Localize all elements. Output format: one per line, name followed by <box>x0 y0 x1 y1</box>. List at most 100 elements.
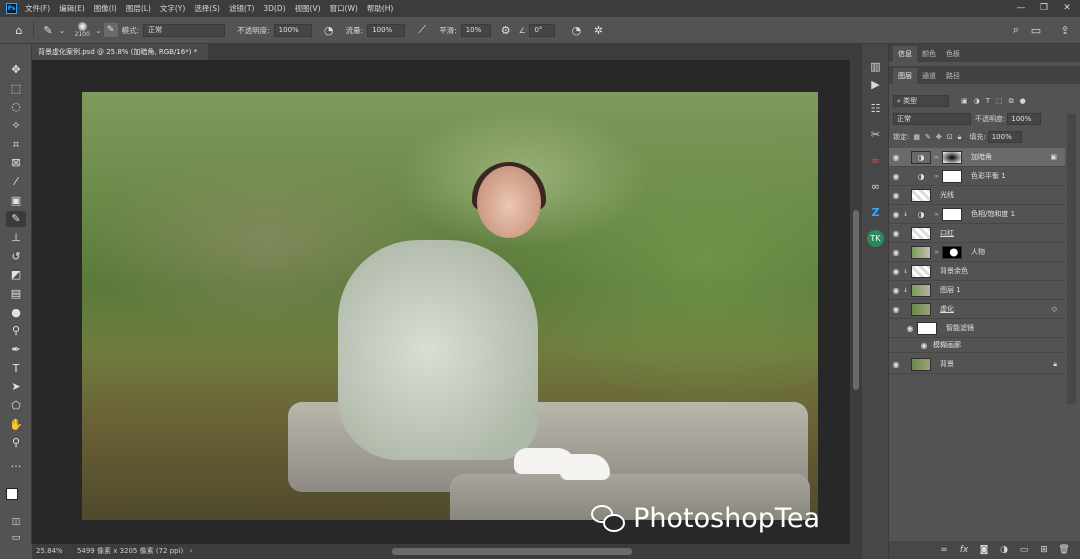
screen-mode-icon[interactable]: ▭ <box>6 530 26 546</box>
filter-type-icon[interactable]: T <box>986 97 990 105</box>
add-mask-icon[interactable]: ◙ <box>974 545 994 555</box>
zoom-tool-icon[interactable]: ⚲ <box>6 435 26 451</box>
search-icon[interactable]: ⌕ <box>1007 21 1025 39</box>
horizontal-scrollbar[interactable] <box>392 548 632 555</box>
more-tools-icon[interactable]: … <box>6 456 26 472</box>
visibility-eye-icon[interactable]: ◉ <box>889 267 903 276</box>
document-tab[interactable]: 背景虚化案例.psd @ 25.8% (加暗角, RGB/16*) * <box>32 44 208 60</box>
tools-scissors-icon[interactable]: ✂ <box>867 126 884 143</box>
shape-tool-icon[interactable]: ⬠ <box>6 398 26 414</box>
angle-input[interactable]: 0° <box>529 23 556 37</box>
visibility-eye-icon[interactable]: ◉ <box>889 191 903 200</box>
tab-layers[interactable]: 图层 <box>893 68 917 84</box>
share-icon[interactable]: ⇪ <box>1056 21 1074 39</box>
path-selection-tool-icon[interactable]: ➤ <box>6 379 26 395</box>
symmetry-butterfly-icon[interactable]: ✲ <box>589 21 607 39</box>
layer-mask-thumbnail[interactable] <box>942 245 962 259</box>
pressure-opacity-icon[interactable]: ◔ <box>320 21 338 39</box>
visibility-eye-icon[interactable]: ◉ <box>889 153 903 162</box>
blend-mode-select[interactable]: 正常 <box>893 113 971 125</box>
minimize-icon[interactable]: — <box>1010 0 1032 17</box>
document-image[interactable] <box>82 92 818 520</box>
layer-name[interactable]: 光线 <box>940 190 954 200</box>
layer-row[interactable]: ◉ ◑ ∞ 色彩平衡 1 <box>889 167 1065 186</box>
layer-name[interactable]: 加暗角 <box>971 152 992 162</box>
menu-window[interactable]: 窗口(W) <box>330 3 358 14</box>
home-icon[interactable]: ⌂ <box>10 21 28 39</box>
eyedropper-tool-icon[interactable]: ⁄ <box>6 174 26 190</box>
visibility-eye-icon[interactable]: ◉ <box>889 248 903 257</box>
brush-tool-icon[interactable]: ✎ <box>6 211 26 227</box>
layer-name[interactable]: 口红 <box>940 228 954 238</box>
dropdown-arrow-icon[interactable]: ⌄ <box>95 26 101 35</box>
layer-row[interactable]: ◉ 背景 🔒︎ <box>889 355 1065 374</box>
tab-swatches[interactable]: 色板 <box>941 46 965 62</box>
layer-mask-thumbnail[interactable] <box>942 150 962 164</box>
filter-kind-select[interactable]: ⌕ 类型 <box>893 95 949 107</box>
pen-tool-icon[interactable]: ✒ <box>6 342 26 358</box>
filter-pixel-icon[interactable]: ▣ <box>961 97 968 105</box>
layer-name[interactable]: 虚化 <box>940 304 954 314</box>
canvas-area[interactable]: PhotoshopTea <box>32 60 850 544</box>
tab-paths[interactable]: 路径 <box>941 68 965 84</box>
gradient-tool-icon[interactable]: ▤ <box>6 286 26 302</box>
quick-mask-icon[interactable]: ◫ <box>6 514 26 530</box>
plugin-tk-icon[interactable]: TK <box>867 230 884 247</box>
layer-name[interactable]: 色彩平衡 1 <box>971 171 1006 181</box>
layer-row[interactable]: ◉ 口红 <box>889 224 1065 243</box>
blur-tool-icon[interactable]: ● <box>6 305 26 321</box>
mode-select[interactable]: 正常 <box>143 23 226 37</box>
layer-row[interactable]: ◉ ↓ ◑ ∞ 色相/饱和度 1 <box>889 205 1065 224</box>
fill-input[interactable]: 100% <box>987 131 1022 143</box>
new-adjustment-icon[interactable]: ◑ <box>994 545 1014 555</box>
layer-row[interactable]: ◉ 智能滤镜 <box>889 319 1065 338</box>
plugin-icon[interactable]: ∞ <box>867 152 884 169</box>
flow-input[interactable]: 100% <box>367 23 406 37</box>
layer-row[interactable]: ◉ 虚化 ◇ <box>889 300 1065 319</box>
history-icon[interactable]: ▥ <box>867 58 884 75</box>
workspace-icon[interactable]: ▭ <box>1027 21 1045 39</box>
lasso-tool-icon[interactable]: ◌ <box>6 99 26 115</box>
eraser-tool-icon[interactable]: ◩ <box>6 267 26 283</box>
layer-row[interactable]: ◉ ∞ 人物 <box>889 243 1065 262</box>
vertical-scrollbar[interactable] <box>850 60 862 544</box>
lock-transparent-icon[interactable]: ▦ <box>913 133 920 141</box>
layer-name[interactable]: 人物 <box>971 247 985 257</box>
filter-smart-object-icon[interactable]: ⧉ <box>1009 97 1014 106</box>
layer-opacity-input[interactable]: 100% <box>1007 113 1042 125</box>
lock-pixels-icon[interactable]: ✎ <box>925 133 931 141</box>
menu-file[interactable]: 文件(F) <box>25 3 50 14</box>
visibility-eye-icon[interactable]: ◉ <box>917 341 931 350</box>
maximize-icon[interactable]: ❐ <box>1033 0 1055 17</box>
layer-row[interactable]: ◉ 模糊画廊 <box>889 338 1065 353</box>
layer-row[interactable]: ◉ ↓ 图层 1 <box>889 281 1065 300</box>
brush-preset-picker[interactable]: 2100 <box>71 22 93 38</box>
new-group-icon[interactable]: ▭ <box>1014 545 1034 555</box>
tab-color[interactable]: 颜色 <box>917 46 941 62</box>
airbrush-icon[interactable]: ⟋ <box>413 21 431 39</box>
marquee-tool-icon[interactable]: ⬚ <box>6 81 26 97</box>
layer-style-icon[interactable]: fx <box>954 545 974 555</box>
filter-toggle-icon[interactable]: ● <box>1020 97 1026 105</box>
trash-icon[interactable]: 🗑︎ <box>1054 545 1074 555</box>
pressure-size-icon[interactable]: ◔ <box>567 21 585 39</box>
lock-artboard-icon[interactable]: ⊡ <box>947 133 953 141</box>
hand-tool-icon[interactable]: ✋ <box>6 417 26 433</box>
layer-name[interactable]: 背景 <box>940 359 954 369</box>
layer-name[interactable]: 背景余色 <box>940 266 968 276</box>
crop-tool-icon[interactable]: ⌗ <box>6 137 26 153</box>
scrollbar-thumb[interactable] <box>853 210 859 390</box>
visibility-eye-icon[interactable]: ◉ <box>889 210 903 219</box>
menu-layer[interactable]: 图层(L) <box>126 3 151 14</box>
layer-name[interactable]: 模糊画廊 <box>933 340 961 350</box>
gear-icon[interactable]: ⚙ <box>497 21 515 39</box>
history-brush-tool-icon[interactable]: ↺ <box>6 249 26 265</box>
visibility-eye-icon[interactable]: ◉ <box>889 229 903 238</box>
menu-edit[interactable]: 编辑(E) <box>59 3 85 14</box>
menu-filter[interactable]: 滤镜(T) <box>229 3 254 14</box>
plugin-link-icon[interactable]: ∞ <box>867 178 884 195</box>
lock-position-icon[interactable]: ✥ <box>936 133 942 141</box>
brush-tool-icon[interactable]: ✎ <box>39 21 57 39</box>
layer-mask-thumbnail[interactable] <box>942 169 962 183</box>
menu-type[interactable]: 文字(Y) <box>160 3 185 14</box>
